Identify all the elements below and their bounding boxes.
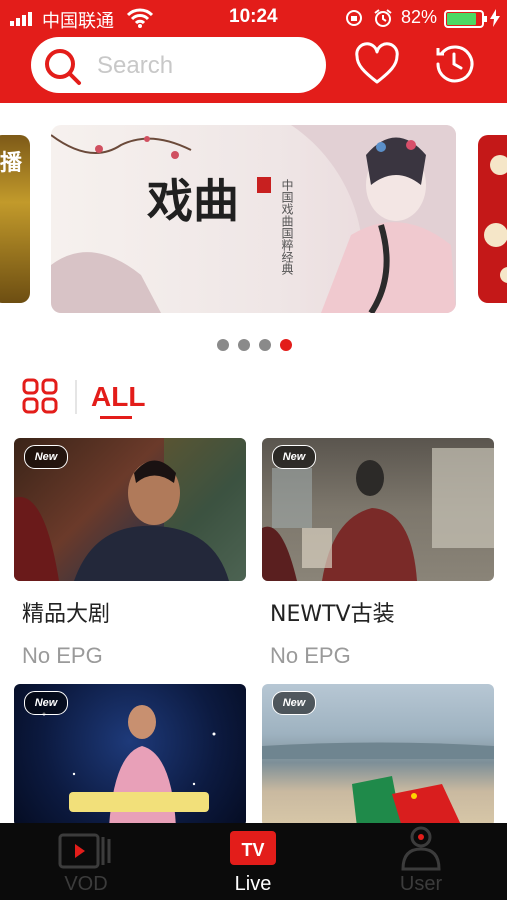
channel-card[interactable]: New 精品大剧 No EPG	[14, 438, 246, 678]
category-grid-icon[interactable]	[22, 378, 58, 414]
battery-icon	[444, 10, 487, 28]
signal-icon	[10, 12, 32, 26]
category-underline	[100, 416, 132, 419]
banner-subtitle: 中国戏曲国粹经典	[280, 179, 294, 275]
favorites-heart-icon[interactable]	[354, 42, 400, 86]
banner-right-art	[484, 155, 507, 283]
channel-thumbnail: New	[14, 684, 246, 827]
carrier-name: 中国联通	[42, 11, 114, 32]
carousel-dot-active[interactable]	[280, 339, 292, 351]
charging-icon	[490, 9, 500, 27]
rotation-lock-icon	[346, 10, 362, 26]
banner-left-text: 播	[0, 151, 23, 176]
tab-label: VOD	[64, 873, 108, 895]
live-tv-icon: TV	[230, 831, 276, 865]
vod-play-icon	[58, 833, 111, 869]
search-placeholder: Search	[97, 52, 174, 79]
channel-card[interactable]: New	[262, 684, 494, 827]
channel-name: 精品大剧	[22, 602, 111, 627]
banner-left-peek[interactable]: 播	[0, 135, 30, 303]
tab-label: Live	[234, 873, 272, 895]
carousel-dot[interactable]	[238, 339, 250, 351]
search-bar[interactable]: Search	[31, 37, 326, 93]
channel-epg: No EPG	[270, 643, 351, 668]
newtv-badge: New	[24, 691, 68, 715]
user-profile-icon	[401, 826, 441, 871]
channel-name: NEWTV古装	[270, 602, 395, 627]
banner-art-title: 戏曲	[147, 174, 239, 228]
banner-artwork	[51, 125, 456, 313]
app-header: 中国联通 10:24 82% Search	[0, 0, 507, 103]
category-title[interactable]: ALL	[91, 381, 145, 413]
newtv-badge: New	[272, 691, 316, 715]
newtv-badge: New	[24, 445, 68, 469]
channel-card[interactable]: New NEWTV古装 No EPG	[262, 438, 494, 678]
alarm-icon	[374, 9, 392, 27]
banner-right-peek[interactable]	[478, 135, 507, 303]
tab-live[interactable]: TV Live	[198, 823, 308, 900]
wifi-icon	[127, 8, 153, 28]
svg-text:TV: TV	[241, 840, 264, 860]
bottom-tab-bar: VOD TV Live User	[0, 823, 507, 900]
tab-vod[interactable]: VOD	[31, 823, 141, 900]
channel-thumbnail: New	[14, 438, 246, 581]
battery-percent: 82%	[401, 7, 438, 27]
category-divider	[75, 380, 77, 414]
clock-time: 10:24	[229, 6, 278, 27]
status-bar: 中国联通 10:24 82%	[0, 0, 507, 36]
carousel-dot[interactable]	[217, 339, 229, 351]
history-clock-icon[interactable]	[432, 42, 476, 86]
channel-thumbnail: New	[262, 684, 494, 827]
carousel-dot[interactable]	[259, 339, 271, 351]
newtv-badge: New	[272, 445, 316, 469]
channel-epg: No EPG	[22, 643, 103, 668]
search-icon	[45, 49, 81, 85]
channel-thumbnail: New	[262, 438, 494, 581]
tab-user[interactable]: User	[366, 823, 476, 900]
channel-card[interactable]: New	[14, 684, 246, 827]
banner-main[interactable]: 戏曲 中国戏曲国粹经典	[51, 125, 456, 313]
tab-label: User	[399, 873, 443, 895]
carousel-pagination	[217, 339, 297, 351]
